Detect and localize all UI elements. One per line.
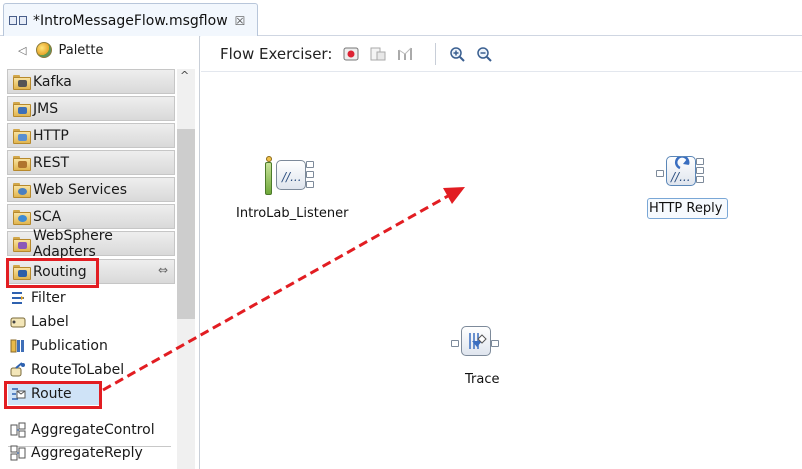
drawer-jms[interactable]: JMS bbox=[7, 96, 175, 121]
flow-node-trace[interactable] bbox=[451, 326, 513, 366]
msgflow-file-icon bbox=[9, 15, 29, 27]
drawer-label: Kafka bbox=[33, 73, 72, 90]
drawer-label: SCA bbox=[33, 208, 62, 225]
drawer-label: JMS bbox=[33, 100, 59, 117]
websphere-adapters-folder-icon bbox=[13, 237, 31, 252]
route-to-label-node-icon bbox=[10, 362, 26, 378]
record-icon[interactable] bbox=[342, 45, 360, 63]
toolbar-separator bbox=[435, 42, 437, 65]
trace-node-icon bbox=[461, 326, 491, 356]
drawer-web-services[interactable]: Web Services bbox=[7, 177, 175, 202]
flow-exerciser-label: Flow Exerciser: bbox=[220, 44, 333, 63]
aggregate-control-node-icon bbox=[10, 422, 26, 438]
http-reply-node-icon: //... bbox=[666, 155, 696, 186]
http-input-node-icon: //... bbox=[276, 160, 306, 190]
drawer-http[interactable]: HTTP bbox=[7, 123, 175, 148]
input-terminal[interactable] bbox=[656, 170, 664, 177]
http-folder-icon bbox=[13, 129, 31, 144]
warning-icon bbox=[266, 156, 272, 162]
input-terminal[interactable] bbox=[451, 340, 459, 347]
editor-tab-bar: *IntroMessageFlow.msgflow ☒ bbox=[0, 0, 802, 37]
filter-node-icon bbox=[10, 290, 26, 306]
flow-node-http-reply[interactable]: //... bbox=[656, 152, 726, 197]
drawer-kafka[interactable]: Kafka bbox=[7, 69, 175, 94]
palette-header[interactable]: ◁ Palette bbox=[0, 36, 199, 64]
node-label-introlab-listener: IntroLab_Listener bbox=[236, 206, 349, 221]
palette-item-publication[interactable]: Publication bbox=[10, 335, 108, 357]
palette-panel: ◁ Palette ^ Kafka JMS HTTP REST Web Serv… bbox=[0, 36, 200, 469]
palette-title: Palette bbox=[58, 42, 104, 58]
input-node-indicator bbox=[265, 162, 272, 195]
sca-folder-icon bbox=[13, 210, 31, 225]
node-label-trace: Trace bbox=[465, 372, 500, 387]
output-terminal[interactable] bbox=[696, 158, 704, 165]
drawer-label: Web Services bbox=[33, 181, 128, 198]
flow-editor-canvas[interactable]: Flow Exerciser: //... IntroLab_Listener bbox=[201, 36, 802, 469]
item-label: AggregateReply bbox=[31, 445, 143, 461]
jms-folder-icon bbox=[13, 102, 31, 117]
kafka-folder-icon bbox=[13, 75, 31, 90]
item-label: Filter bbox=[31, 290, 66, 306]
item-label: Label bbox=[31, 314, 69, 330]
palette-scroll-thumb[interactable] bbox=[177, 129, 195, 319]
web-services-folder-icon bbox=[13, 183, 31, 198]
send-message-icon[interactable] bbox=[369, 45, 387, 63]
svg-text://...: //... bbox=[281, 170, 302, 184]
route-highlight-box bbox=[4, 381, 102, 409]
drawer-rest[interactable]: REST bbox=[7, 150, 175, 175]
palette-item-label[interactable]: Label bbox=[10, 311, 69, 333]
node-label-http-reply: HTTP Reply bbox=[649, 201, 723, 216]
palette-item-filter[interactable]: Filter bbox=[10, 287, 66, 309]
rest-folder-icon bbox=[13, 156, 31, 171]
output-terminal[interactable] bbox=[306, 161, 314, 168]
item-label: RouteToLabel bbox=[31, 362, 125, 378]
output-terminal[interactable] bbox=[491, 340, 499, 347]
output-terminal[interactable] bbox=[306, 171, 314, 178]
scroll-up-icon[interactable]: ^ bbox=[180, 69, 189, 82]
aggregate-reply-node-icon bbox=[10, 445, 26, 461]
view-path-icon[interactable] bbox=[396, 45, 414, 63]
palette-item-route-to-label[interactable]: RouteToLabel bbox=[10, 359, 124, 381]
palette-scrollbar[interactable] bbox=[177, 69, 195, 469]
editor-tab-title: *IntroMessageFlow.msgflow bbox=[33, 12, 228, 29]
zoom-out-icon[interactable] bbox=[475, 45, 493, 63]
zoom-in-icon[interactable] bbox=[448, 45, 466, 63]
pin-drawer-icon[interactable]: ⇔ bbox=[158, 263, 168, 277]
drawer-sca[interactable]: SCA bbox=[7, 204, 175, 229]
output-terminal[interactable] bbox=[696, 176, 704, 183]
drawer-label: HTTP bbox=[33, 127, 69, 144]
item-label: Publication bbox=[31, 338, 108, 354]
collapse-palette-icon[interactable]: ◁ bbox=[18, 44, 26, 57]
close-tab-icon[interactable]: ☒ bbox=[235, 14, 246, 28]
item-label: AggregateControl bbox=[31, 422, 155, 438]
palette-item-aggregate-control[interactable]: AggregateControl bbox=[10, 419, 155, 441]
output-terminal[interactable] bbox=[306, 181, 314, 188]
publication-node-icon bbox=[10, 338, 26, 354]
svg-text://...: //... bbox=[670, 170, 691, 184]
label-node-icon bbox=[10, 314, 26, 330]
editor-tab[interactable]: *IntroMessageFlow.msgflow ☒ bbox=[3, 3, 258, 37]
output-terminal[interactable] bbox=[696, 167, 704, 174]
drawer-label: REST bbox=[33, 154, 70, 171]
flow-node-introlab-listener[interactable]: //... bbox=[263, 156, 323, 201]
palette-item-aggregate-reply[interactable]: AggregateReply bbox=[10, 442, 143, 464]
flow-toolbar: Flow Exerciser: bbox=[201, 36, 802, 72]
drawer-label: WebSphere Adapters bbox=[33, 227, 113, 260]
drawer-websphere-adapters[interactable]: WebSphere Adapters bbox=[7, 228, 175, 260]
palette-icon bbox=[36, 42, 53, 58]
